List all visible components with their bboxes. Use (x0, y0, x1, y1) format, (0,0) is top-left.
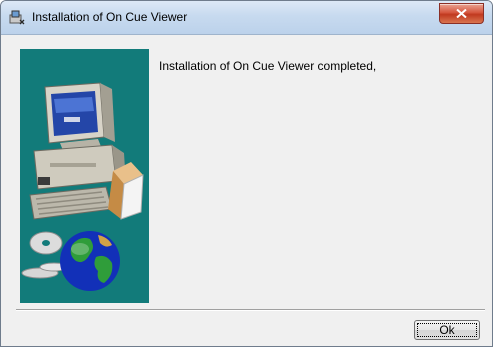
divider (16, 309, 485, 311)
side-panel (20, 49, 149, 303)
dialog-content: Installation of On Cue Viewer completed,… (8, 35, 485, 340)
window-title: Installation of On Cue Viewer (32, 10, 188, 24)
completion-message: Installation of On Cue Viewer completed, (159, 59, 377, 73)
installer-icon (9, 10, 25, 25)
ok-button[interactable]: Ok (414, 320, 480, 340)
close-button[interactable] (439, 3, 484, 24)
computer-and-globe-illustration (21, 82, 144, 291)
title-bar[interactable]: Installation of On Cue Viewer (1, 1, 492, 35)
close-icon (456, 9, 467, 18)
installer-dialog: Installation of On Cue Viewer Installati… (0, 0, 493, 347)
